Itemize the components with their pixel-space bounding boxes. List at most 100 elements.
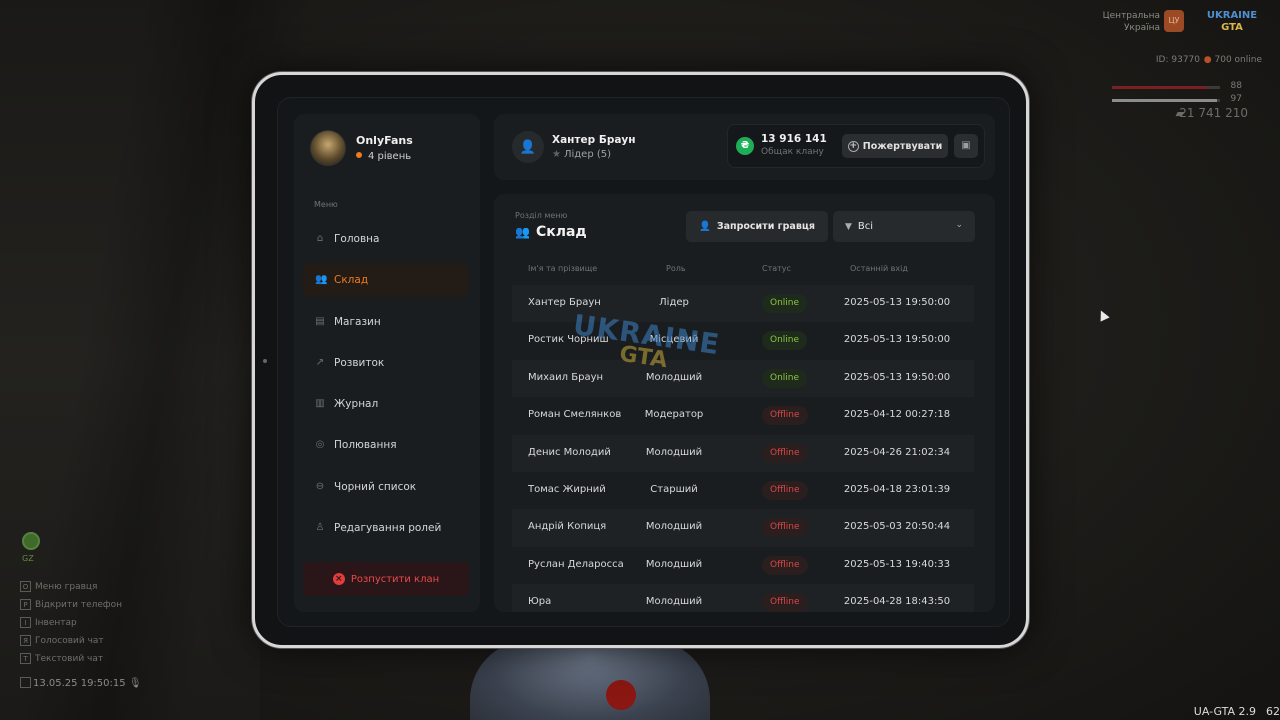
status-badge: Online [762, 294, 808, 313]
section-subtitle: Розділ меню [515, 211, 568, 220]
tablet-frame: OnlyFans 4 рівень Меню ⌂ Головна 👥 Склад ▤… [252, 72, 1029, 648]
health-bar [1112, 86, 1220, 89]
member-role: Місцевий [649, 334, 699, 346]
add-user-icon: 👤 [699, 221, 711, 232]
home-icon: ⌂ [316, 233, 324, 244]
mouse-cursor-icon [1096, 308, 1110, 322]
table-row[interactable]: Хантер Браун Лідер Online 2025-05-13 19:… [512, 285, 974, 323]
table-row[interactable]: Руслан Деларосса Молодший Offline 2025-0… [512, 547, 974, 584]
hint-item: Я Голосовий чат [20, 632, 122, 650]
archive-button[interactable]: ▣ [954, 134, 978, 158]
member-last-login: 2025-05-13 19:50:00 [843, 297, 951, 308]
member-role: Лідер [659, 297, 689, 308]
column-header-last-login: Останній вхід [850, 264, 908, 273]
region-badge-icon: ЦУ [1164, 10, 1184, 32]
status-badge: Online [762, 368, 808, 388]
gps-icon [22, 532, 40, 550]
member-name: Томас Жирний [528, 483, 606, 495]
invite-player-button[interactable]: 👤 Запросити гравця [686, 211, 828, 242]
member-role: Молодший [645, 446, 703, 458]
member-name: Михаил Браун [528, 371, 604, 383]
hint-item: I Інвентар [20, 614, 122, 632]
current-user: 👤 Хантер Браун ★ Лідер (5) [512, 131, 636, 163]
hint-item: T Текстовий чат [20, 650, 122, 668]
sidebar-item-hunting[interactable]: ◎ Полювання [303, 428, 469, 462]
user-name: Хантер Браун [552, 134, 636, 146]
page-title: 👥 Склад [515, 224, 587, 240]
sidebar-menu: ⌂ Головна 👥 Склад ▤ Магазин ↗ Розвиток ▥ Журн… [303, 222, 469, 552]
table-row[interactable]: Роман Смелянков Модератор Offline 2025-0… [512, 397, 974, 434]
clan-name: OnlyFans [356, 134, 413, 147]
plus-icon: + [847, 140, 859, 152]
member-role: Молодший [645, 558, 703, 570]
member-name: Юра [528, 596, 552, 608]
member-last-login: 2025-05-13 19:40:33 [843, 558, 951, 570]
members-table: Хантер Браун Лідер Online 2025-05-13 19:… [512, 285, 974, 612]
column-header-status: Статус [762, 264, 791, 273]
filter-icon: ▼ [845, 221, 852, 232]
tablet-camera [263, 359, 267, 363]
sidebar-item-development[interactable]: ↗ Розвиток [303, 346, 469, 380]
status-badge: Offline [762, 480, 808, 500]
server-logo: UKRAINE GTA [1206, 10, 1258, 33]
book-icon: ▥ [315, 398, 325, 410]
member-role: Молодший [645, 371, 703, 383]
table-row[interactable]: Томас Жирний Старший Offline 2025-04-18 … [512, 472, 974, 509]
version-info: UA-GTA 2.9 62 [1193, 705, 1280, 718]
hud-money: 21 741 210 [1179, 106, 1248, 120]
clan-fund: ₴ 13 916 141 Общак клану + Пожертвувати ▣ [727, 124, 985, 168]
member-last-login: 2025-05-13 19:50:00 [843, 334, 951, 346]
user-edit-icon: ♙ [315, 522, 325, 534]
member-name: Хантер Браун [528, 297, 601, 308]
hud-player-id: ID: 93770 [1155, 55, 1200, 65]
member-name: Денис Молодий [528, 446, 611, 458]
sidebar-item-home[interactable]: ⌂ Головна [303, 222, 469, 256]
sidebar-item-roles[interactable]: ♙ Редагування ролей [303, 511, 469, 545]
target-icon: ◎ [315, 439, 325, 451]
chart-icon: ↗ [315, 356, 325, 368]
members-section: Розділ меню 👥 Склад 👤 Запросити гравця ▼ Вс… [494, 194, 995, 612]
sidebar-item-journal[interactable]: ▥ Журнал [303, 387, 469, 421]
table-row[interactable]: Юра Молодший Offline 2025-04-28 18:43:50 [512, 584, 974, 612]
member-name: Руслан Деларосса [528, 558, 624, 570]
close-icon: × [332, 573, 345, 585]
block-icon: ⊖ [315, 480, 325, 492]
shop-icon: ▤ [315, 315, 325, 327]
disband-clan-button[interactable]: × Розпустити клан [303, 562, 469, 596]
member-last-login: 2025-04-12 00:27:18 [843, 409, 951, 421]
member-name: Роман Смелянков [528, 409, 622, 421]
status-badge: Offline [762, 443, 808, 463]
column-header-role: Роль [666, 264, 686, 273]
archive-icon: ▣ [961, 140, 971, 151]
gps-label: GZ [22, 554, 34, 563]
table-row[interactable]: Ростик Чорниш Місцевий Online 2025-05-13… [512, 322, 974, 359]
people-icon: 👥 [315, 274, 328, 286]
donate-button[interactable]: + Пожертвувати [842, 134, 948, 158]
chevron-down-icon: ⌄ [955, 220, 963, 230]
member-name: Ростик Чорниш [528, 334, 609, 346]
member-last-login: 2025-04-28 18:43:50 [843, 596, 951, 608]
member-name: Андрій Копиця [528, 521, 607, 533]
hud-online-count: ● 700 online [1203, 55, 1262, 65]
sidebar-item-blacklist[interactable]: ⊖ Чорний список [303, 470, 469, 504]
armor-bar [1112, 99, 1220, 102]
level-dot-icon [356, 152, 362, 158]
menu-title: Меню [314, 200, 338, 209]
table-row[interactable]: Михаил Браун Молодший Online 2025-05-13 … [512, 359, 974, 398]
sidebar-item-shop[interactable]: ▤ Магазин [303, 305, 469, 339]
role-filter-select[interactable]: ▼ Всі ⌄ [833, 211, 975, 242]
sidebar-item-warehouse[interactable]: 👥 Склад [303, 263, 469, 298]
clan-panel: OnlyFans 4 рівень Меню ⌂ Головна 👥 Склад ▤… [277, 97, 1010, 627]
fund-label: Общак клану [761, 147, 824, 157]
armor-value: 97 [1230, 94, 1242, 104]
member-last-login: 2025-05-13 19:50:00 [843, 371, 951, 383]
hud-region: Центральна Україна [1102, 11, 1160, 33]
table-row[interactable]: Денис Молодий Молодший Offline 2025-04-2… [512, 434, 974, 472]
table-row[interactable]: Андрій Копиця Молодший Offline 2025-05-0… [512, 509, 974, 547]
status-badge: Offline [762, 555, 808, 575]
member-last-login: 2025-04-18 23:01:39 [843, 483, 951, 495]
clan-level: 4 рівень [356, 151, 413, 162]
status-badge: Online [762, 331, 808, 351]
hint-item: P Відкрити телефон [20, 596, 122, 614]
status-badge: Offline [762, 518, 808, 538]
